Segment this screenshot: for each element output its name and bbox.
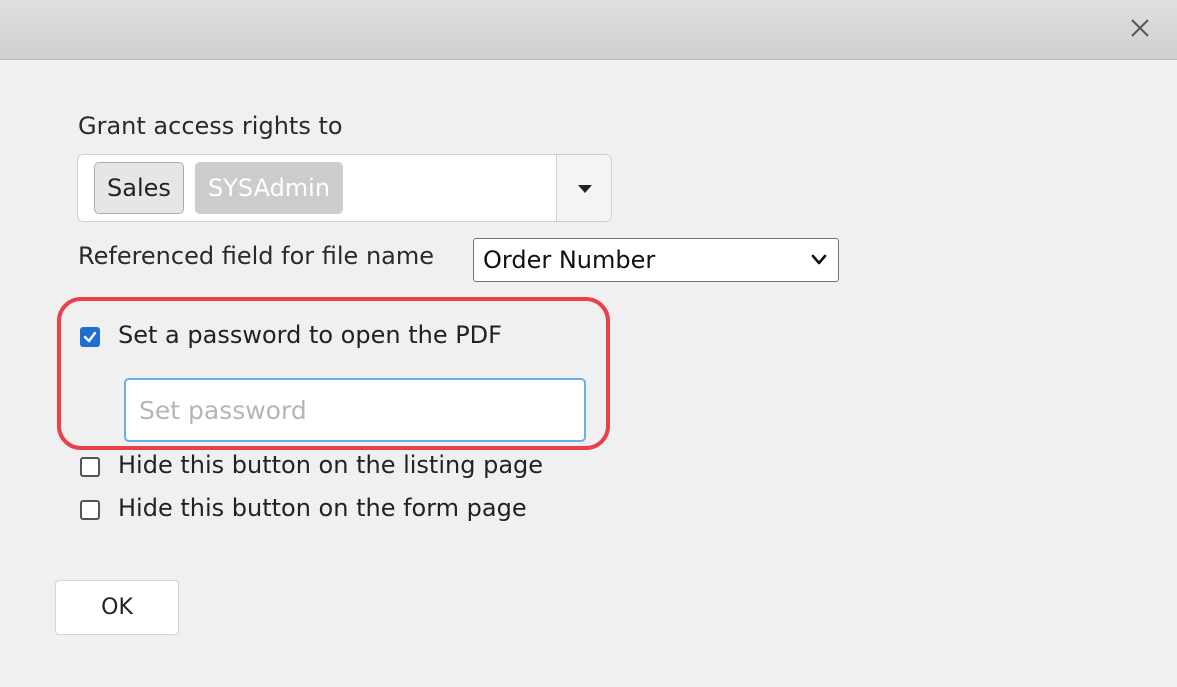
chevron-down-icon: [811, 254, 827, 265]
hide-listing-label: Hide this button on the listing page: [118, 451, 544, 479]
file-name-field-select[interactable]: Order Number: [473, 238, 839, 282]
ok-button[interactable]: OK: [55, 580, 179, 635]
file-name-selected-value: Order Number: [483, 246, 656, 274]
file-name-field-label: Referenced field for file name: [78, 242, 435, 270]
dialog-title-bar: [0, 0, 1177, 60]
access-rights-multiselect[interactable]: Sales SYSAdmin: [77, 154, 612, 222]
password-checkbox[interactable]: [80, 327, 100, 347]
password-option-label: Set a password to open the PDF: [118, 321, 502, 349]
grant-access-label: Grant access rights to: [78, 112, 343, 140]
hide-listing-checkbox[interactable]: [80, 457, 100, 477]
hide-form-label: Hide this button on the form page: [118, 494, 527, 522]
tag-sysadmin[interactable]: SYSAdmin: [195, 162, 344, 214]
access-rights-dropdown-toggle[interactable]: [556, 155, 611, 221]
tag-sales[interactable]: Sales: [94, 162, 184, 214]
hide-form-checkbox[interactable]: [80, 500, 100, 520]
caret-down-icon: [578, 185, 592, 193]
close-button[interactable]: [1125, 13, 1155, 43]
password-input[interactable]: [124, 378, 586, 442]
close-icon: [1131, 19, 1149, 37]
checkmark-icon: [83, 331, 97, 343]
